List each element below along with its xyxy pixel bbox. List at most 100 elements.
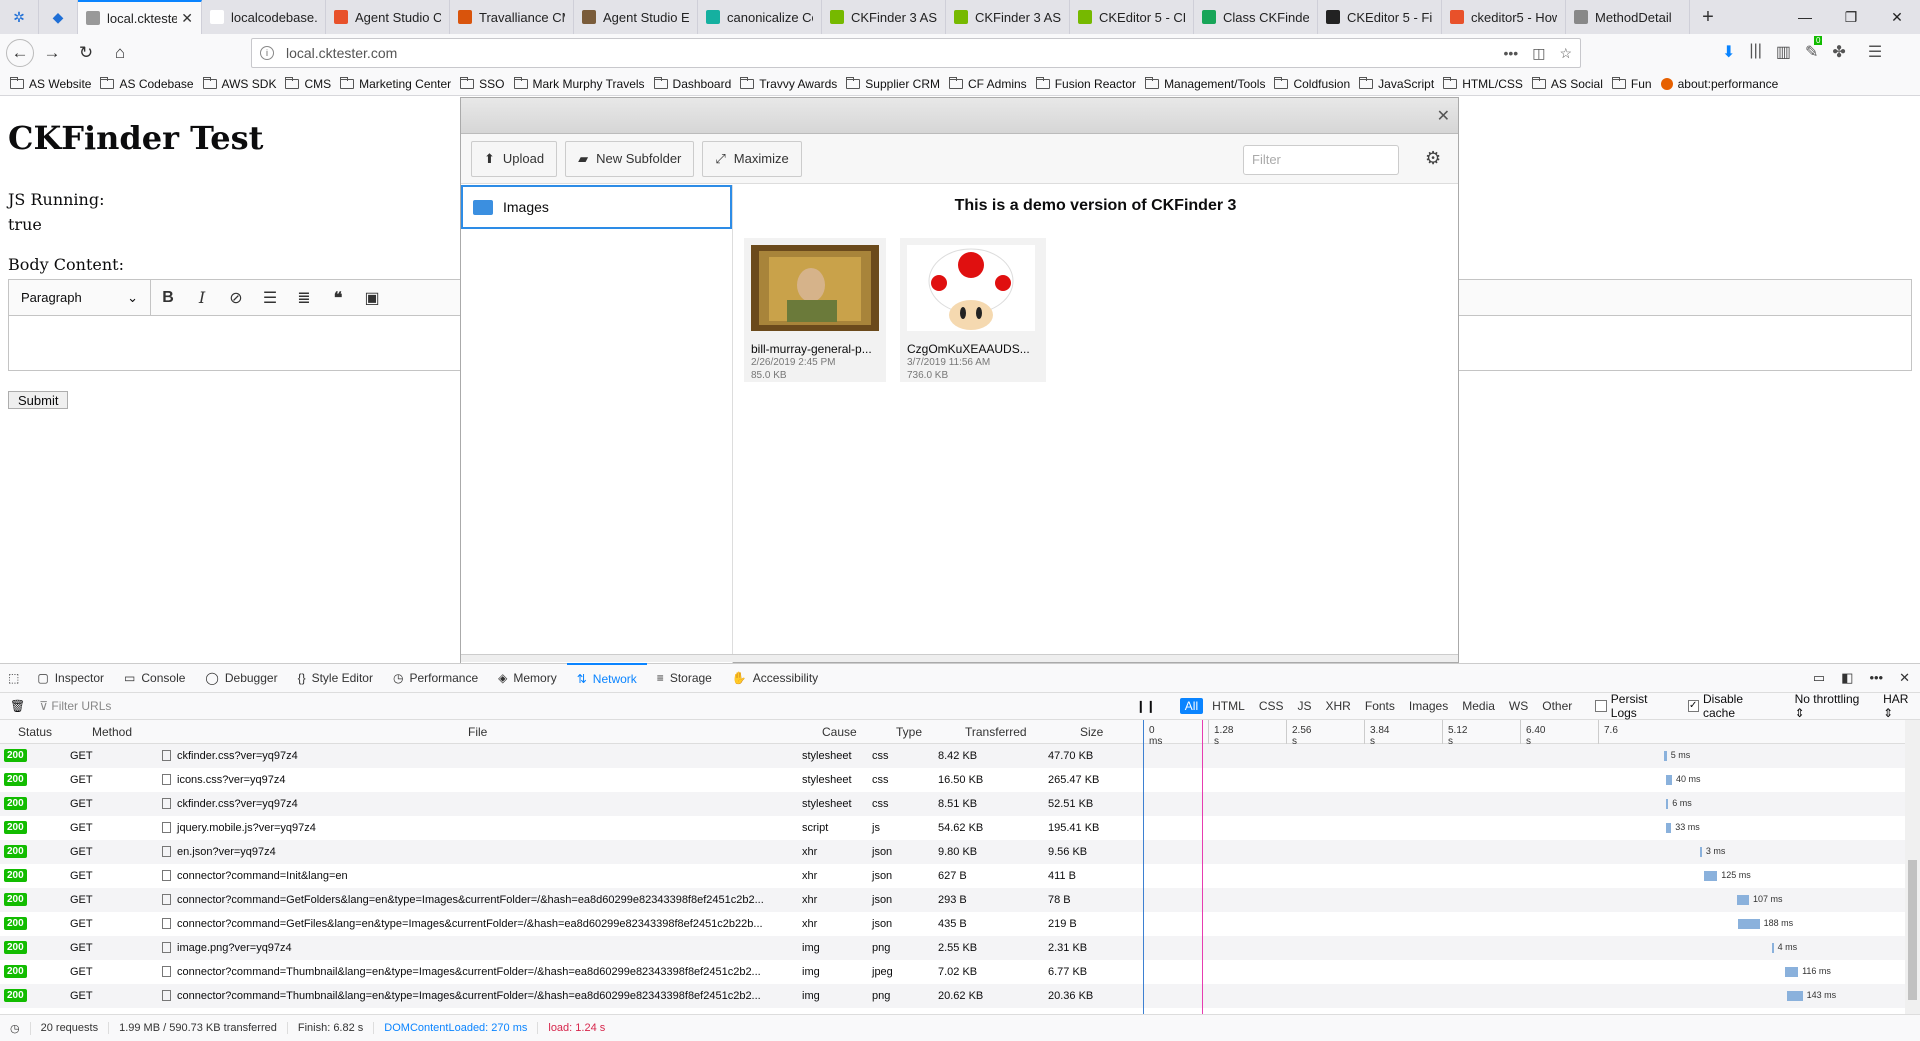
disable-cache-checkbox[interactable]: ✓ Disable cache — [1687, 692, 1775, 720]
column-file[interactable]: File — [468, 725, 487, 739]
devtools-tab-network[interactable]: ⇅ Network — [566, 663, 647, 693]
minimize-icon[interactable]: — — [1782, 0, 1828, 34]
back-button[interactable]: ← — [6, 39, 34, 67]
type-filter-js[interactable]: JS — [1293, 698, 1317, 714]
bookmark-item[interactable]: AS Website — [10, 76, 91, 91]
numbered-list-icon[interactable]: ≣ — [287, 288, 321, 308]
close-tab-icon[interactable]: ✕ — [181, 10, 193, 27]
paragraph-select[interactable]: Paragraph ⌄ — [9, 279, 151, 316]
request-row[interactable]: 200 GET connector?command=Thumbnail&lang=e… — [0, 984, 1905, 1008]
browser-tab[interactable]: CKEditor 5 - CK — [1070, 0, 1194, 34]
bold-icon[interactable]: B — [151, 289, 185, 307]
responsive-icon[interactable]: ▭ — [1813, 670, 1825, 686]
browser-tab[interactable]: Class CKFinder — [1194, 0, 1318, 34]
column-type[interactable]: Type — [896, 725, 922, 739]
pick-element-icon[interactable]: ⬚ — [0, 663, 27, 693]
request-row[interactable]: 200 GET connector?command=Init&lang=en xhr j… — [0, 864, 1905, 888]
library-icon[interactable]: ||| — [1749, 42, 1761, 62]
bookmark-item[interactable]: AWS SDK — [202, 76, 276, 91]
type-filter-other[interactable]: Other — [1537, 698, 1577, 714]
submit-button[interactable]: Submit — [8, 391, 69, 409]
bookmark-item[interactable]: Travvy Awards — [740, 76, 837, 91]
browser-tab[interactable]: localcodebase.a — [202, 0, 326, 34]
bookmark-item[interactable]: SSO — [460, 76, 505, 91]
sidebar-icon[interactable]: ▥ — [1776, 42, 1791, 62]
request-row[interactable]: 200 GET connector?command=GetFolders&lang=… — [0, 888, 1905, 912]
devtools-tab-accessibility[interactable]: ✋ Accessibility — [722, 663, 828, 693]
har-menu[interactable]: HAR ⇕ — [1883, 692, 1920, 720]
browser-tab[interactable]: local.cktester.co✕ — [78, 0, 202, 34]
downloads-icon[interactable]: ⬇ — [1722, 42, 1735, 62]
type-filter-html[interactable]: HTML — [1207, 698, 1250, 714]
browser-tab[interactable]: MethodDetail — [1566, 0, 1690, 34]
close-window-icon[interactable]: ✕ — [1874, 0, 1920, 34]
bookmark-item[interactable]: AS Social — [1531, 76, 1603, 91]
file-item[interactable]: CzgOmKuXEAAUDS... 3/7/2019 11:56 AM 736.… — [900, 238, 1046, 382]
browser-tab[interactable]: Travalliance CM — [450, 0, 574, 34]
page-actions-icon[interactable]: ••• — [1503, 45, 1518, 62]
request-row[interactable]: 200 GET ckfinder.css?ver=yq97z4 stylesheet c… — [0, 744, 1905, 768]
bookmark-item[interactable]: AS Codebase — [100, 76, 194, 91]
request-row[interactable]: 200 GET connector?command=Thumbnail&lang=e… — [0, 960, 1905, 984]
request-row[interactable]: 200 GET image.png?ver=yq97z4 img png 2.55 KB 2… — [0, 936, 1905, 960]
pocket-icon[interactable]: ◫ — [1532, 45, 1545, 62]
blockquote-icon[interactable]: ❝ — [321, 288, 355, 308]
ckfinder-icon[interactable]: ▣ — [355, 288, 389, 308]
addon-icon[interactable]: ✤ — [1832, 42, 1845, 62]
type-filter-xhr[interactable]: XHR — [1321, 698, 1356, 714]
bookmark-item[interactable]: Marketing Center — [340, 76, 451, 91]
close-devtools-icon[interactable]: ✕ — [1899, 670, 1910, 686]
type-filter-ws[interactable]: WS — [1504, 698, 1533, 714]
link-icon[interactable]: ⊘ — [219, 288, 253, 308]
devtools-tab-inspector[interactable]: ▢ Inspector — [27, 663, 114, 693]
devtools-tab-console[interactable]: ▭ Console — [114, 663, 195, 693]
request-row[interactable]: 200 GET connector?command=GetFiles&lang=en… — [0, 912, 1905, 936]
url-bar[interactable]: i local.cktester.com ••• ◫ ☆ — [251, 38, 1581, 68]
column-cause[interactable]: Cause — [822, 725, 857, 739]
type-filter-media[interactable]: Media — [1457, 698, 1500, 714]
home-button[interactable]: ⌂ — [104, 38, 136, 68]
upload-button[interactable]: ⬆ Upload — [471, 140, 558, 177]
bookmark-item[interactable]: Dashboard — [653, 76, 731, 91]
pinned-tab[interactable]: ✲ — [0, 0, 39, 34]
scrollbar-thumb[interactable] — [1908, 860, 1917, 1000]
pause-icon[interactable]: ❙❙ — [1136, 699, 1156, 713]
dock-icon[interactable]: ◧ — [1841, 670, 1853, 686]
browser-tab[interactable]: CKEditor 5 - Fir — [1318, 0, 1442, 34]
bookmark-item[interactable]: CMS — [285, 76, 331, 91]
italic-icon[interactable]: I — [185, 288, 219, 307]
request-row[interactable]: 200 GET ckfinder.css?ver=yq97z4 stylesheet c… — [0, 792, 1905, 816]
bookmark-item[interactable]: Fun — [1611, 76, 1652, 91]
column-transferred[interactable]: Transferred — [965, 725, 1027, 739]
info-icon[interactable]: i — [260, 46, 274, 60]
filter-input[interactable]: Filter — [1243, 145, 1399, 175]
gear-icon[interactable]: ⚙ — [1425, 148, 1441, 169]
request-row[interactable]: 200 GET en.json?ver=yq97z4 xhr json 9.80 KB 9.… — [0, 840, 1905, 864]
type-filter-css[interactable]: CSS — [1254, 698, 1289, 714]
devtools-tab-debugger[interactable]: ◯ Debugger — [195, 663, 287, 693]
bookmark-item[interactable]: HTML/CSS — [1443, 76, 1523, 91]
bookmark-item[interactable]: about:performance — [1660, 77, 1778, 91]
bookmark-item[interactable]: CF Admins — [949, 76, 1027, 91]
bookmark-item[interactable]: Supplier CRM — [846, 76, 940, 91]
browser-tab[interactable]: CKFinder 3 ASP — [822, 0, 946, 34]
bookmark-star-icon[interactable]: ☆ — [1559, 45, 1572, 62]
type-filter-fonts[interactable]: Fonts — [1360, 698, 1400, 714]
bookmark-item[interactable]: Coldfusion — [1274, 76, 1350, 91]
column-size[interactable]: Size — [1080, 725, 1103, 739]
request-row[interactable]: 200 GET icons.css?ver=yq97z4 stylesheet css 1… — [0, 768, 1905, 792]
forward-button[interactable]: → — [36, 38, 68, 68]
more-options-icon[interactable]: ••• — [1869, 670, 1883, 686]
maximize-button[interactable]: ⤢ Maximize — [702, 140, 802, 177]
devtools-tab-storage[interactable]: ≡ Storage — [647, 663, 722, 693]
pinned-tab[interactable]: ◆ — [39, 0, 78, 34]
new-subfolder-button[interactable]: ▰ New Subfolder — [565, 140, 695, 177]
menu-icon[interactable]: ☰ — [1868, 42, 1882, 62]
bookmark-item[interactable]: Fusion Reactor — [1035, 76, 1136, 91]
bulleted-list-icon[interactable]: ☰ — [253, 288, 287, 308]
bookmark-item[interactable]: Management/Tools — [1145, 76, 1265, 91]
browser-tab[interactable]: Agent Studio C — [326, 0, 450, 34]
folder-item-images[interactable]: Images — [461, 185, 732, 229]
filter-urls-input[interactable]: ⊽ Filter URLs — [39, 699, 1135, 713]
column-status[interactable]: Status — [18, 725, 52, 739]
